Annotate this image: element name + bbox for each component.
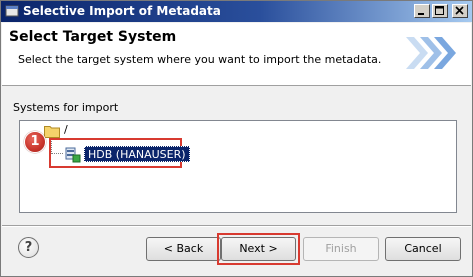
cancel-button[interactable]: Cancel: [385, 237, 461, 261]
back-button[interactable]: < Back: [146, 237, 221, 261]
database-system-icon: [65, 147, 81, 163]
close-icon: [455, 6, 464, 15]
footer-divider: [2, 225, 471, 227]
page-title: Select Target System: [9, 29, 177, 45]
step-callout-badge: 1: [24, 131, 46, 153]
dialog-window: Selective Import of Metadata Select Targ…: [0, 0, 473, 277]
folder-icon: [44, 126, 60, 138]
header-banner: Select Target System Select the target s…: [2, 23, 471, 86]
tree-root-label[interactable]: /: [64, 123, 68, 136]
close-button[interactable]: [452, 4, 468, 18]
tree-item-hdb-highlight[interactable]: HDB (HANAUSER): [49, 138, 190, 168]
page-description: Select the target system where you want …: [18, 53, 382, 66]
help-button[interactable]: ?: [18, 237, 39, 258]
next-button-highlight: [217, 233, 300, 265]
systems-tree[interactable]: / HDB (HANAUSER): [19, 120, 457, 213]
maximize-button[interactable]: [432, 4, 448, 18]
minimize-button[interactable]: [414, 4, 430, 18]
maximize-icon: [435, 6, 444, 15]
window-title: Selective Import of Metadata: [23, 4, 221, 18]
finish-button[interactable]: Finish: [303, 237, 379, 261]
import-wizard-icon: [5, 4, 19, 18]
title-bar[interactable]: Selective Import of Metadata: [1, 1, 472, 22]
wizard-chevrons-graphic: [406, 37, 456, 69]
tree-item-label[interactable]: HDB (HANAUSER): [84, 146, 190, 162]
systems-label: Systems for import: [13, 101, 119, 114]
minimize-icon: [418, 13, 424, 15]
